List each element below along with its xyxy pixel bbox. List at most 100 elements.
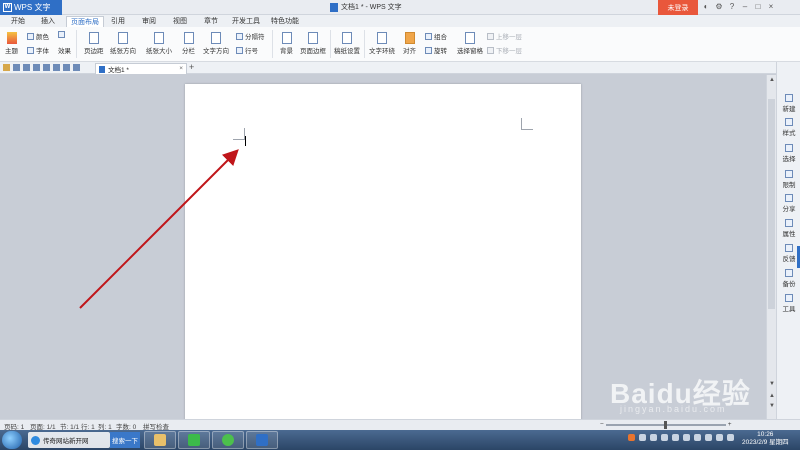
ie-icon bbox=[31, 435, 40, 445]
effects-button[interactable]: 效果 bbox=[58, 45, 71, 55]
tab-review[interactable]: 审阅 bbox=[142, 16, 156, 27]
tab-developer[interactable]: 开发工具 bbox=[232, 16, 260, 27]
text-direction-button[interactable]: 文字方向 bbox=[203, 32, 229, 55]
zoom-slider[interactable]: − + bbox=[600, 420, 732, 429]
taskbar-app-wps[interactable] bbox=[246, 431, 278, 449]
document-page[interactable] bbox=[185, 84, 581, 424]
panel-properties[interactable]: 属性 bbox=[777, 219, 800, 238]
background-icon bbox=[281, 32, 292, 44]
panel-select[interactable]: 选择 bbox=[777, 144, 800, 163]
panel-new[interactable]: 新建 bbox=[777, 94, 800, 113]
taskbar-app-paint[interactable] bbox=[144, 431, 176, 449]
panel-backup[interactable]: 备份 bbox=[777, 269, 800, 288]
minimize-icon[interactable]: – bbox=[741, 2, 749, 11]
taskbar-search-button[interactable]: 搜索一下 bbox=[110, 432, 140, 448]
zoom-track[interactable] bbox=[605, 420, 726, 429]
open-icon[interactable] bbox=[3, 64, 10, 71]
line-numbers-button[interactable]: 行号 bbox=[236, 45, 258, 55]
scroll-down-icon[interactable]: ▼ bbox=[769, 381, 775, 387]
preview-icon[interactable] bbox=[43, 64, 50, 71]
tab-start[interactable]: 开始 bbox=[11, 16, 25, 27]
panel-share[interactable]: 分享 bbox=[777, 194, 800, 213]
tray-icon[interactable] bbox=[628, 434, 635, 441]
group-button[interactable]: 组合 bbox=[425, 31, 447, 41]
zoom-in-icon[interactable]: + bbox=[728, 421, 732, 428]
tab-references[interactable]: 引用 bbox=[111, 16, 125, 27]
start-button[interactable] bbox=[2, 431, 22, 449]
rotate-button[interactable]: 旋转 bbox=[425, 45, 447, 55]
zoom-knob[interactable] bbox=[663, 420, 667, 429]
tray-icon[interactable] bbox=[650, 434, 657, 441]
system-clock[interactable]: 10:26 2023/2/9 星期四 bbox=[742, 431, 789, 447]
tray-icon[interactable] bbox=[727, 434, 734, 441]
orientation-button[interactable]: 纸张方向 bbox=[110, 32, 136, 55]
print-icon[interactable] bbox=[33, 64, 40, 71]
next-page-icon[interactable]: ▼ bbox=[769, 403, 775, 409]
tray-icon[interactable] bbox=[683, 434, 690, 441]
tray-icon[interactable] bbox=[705, 434, 712, 441]
tray-icon[interactable] bbox=[716, 434, 723, 441]
tab-special[interactable]: 特色功能 bbox=[271, 16, 299, 27]
scrollbar-thumb[interactable] bbox=[768, 99, 775, 309]
feedback-icon bbox=[785, 244, 793, 252]
new-icon[interactable] bbox=[13, 64, 20, 71]
login-button[interactable]: 未登录 bbox=[658, 0, 698, 15]
skin-icon[interactable]: ◐ bbox=[702, 2, 710, 11]
panel-properties-label: 属性 bbox=[782, 231, 796, 238]
close-tab-icon[interactable]: × bbox=[179, 65, 183, 72]
prev-page-icon[interactable]: ▲ bbox=[769, 393, 775, 399]
vertical-scrollbar[interactable]: ▲ ▼ ▲ ▼ bbox=[766, 75, 776, 419]
tab-view[interactable]: 视图 bbox=[173, 16, 187, 27]
bring-forward-button[interactable]: 上移一层 bbox=[487, 31, 522, 41]
taskbar-app-360[interactable] bbox=[212, 431, 244, 449]
zoom-out-icon[interactable]: − bbox=[600, 421, 604, 428]
page-border-label: 页面边框 bbox=[300, 48, 326, 55]
send-backward-button[interactable]: 下移一层 bbox=[487, 45, 522, 55]
new-tab-button[interactable]: + bbox=[189, 62, 194, 72]
tab-insert[interactable]: 插入 bbox=[41, 16, 55, 27]
selection-pane-button[interactable]: 选择窗格 bbox=[457, 32, 483, 55]
panel-styles[interactable]: 样式 bbox=[777, 118, 800, 137]
redo-icon[interactable] bbox=[73, 64, 80, 71]
theme-button[interactable]: 主题 bbox=[5, 32, 18, 55]
background-label: 背景 bbox=[280, 48, 293, 55]
undo-icon[interactable] bbox=[63, 64, 70, 71]
margins-button[interactable]: 页边距 bbox=[84, 32, 104, 55]
text-cursor bbox=[245, 136, 246, 146]
columns-button[interactable]: 分栏 bbox=[182, 32, 195, 55]
tray-icon[interactable] bbox=[639, 434, 646, 441]
align-button[interactable]: 对齐 bbox=[403, 32, 416, 55]
tray-icon[interactable] bbox=[694, 434, 701, 441]
panel-share-label: 分享 bbox=[782, 206, 796, 213]
background-button[interactable]: 背景 bbox=[280, 32, 293, 55]
wrap-text-button[interactable]: 文字环绕 bbox=[369, 32, 395, 55]
tray-icon[interactable] bbox=[672, 434, 679, 441]
tab-page-layout[interactable]: 页面布局 bbox=[66, 16, 104, 27]
save-icon[interactable] bbox=[23, 64, 30, 71]
close-icon[interactable]: × bbox=[767, 2, 775, 11]
help-icon[interactable]: ? bbox=[728, 2, 736, 11]
effects-icon-button[interactable] bbox=[58, 31, 65, 38]
font-button[interactable]: 字体 bbox=[27, 45, 49, 55]
tab-chapter[interactable]: 章节 bbox=[204, 16, 218, 27]
panel-restrict[interactable]: 限制 bbox=[777, 170, 800, 189]
colors-label: 颜色 bbox=[36, 34, 49, 41]
breaks-button[interactable]: 分隔符 bbox=[236, 31, 265, 41]
format-painter-icon[interactable] bbox=[53, 64, 60, 71]
settings-icon[interactable]: ⚙ bbox=[715, 2, 723, 11]
panel-tools[interactable]: 工具 bbox=[777, 294, 800, 313]
colors-button[interactable]: 颜色 bbox=[27, 31, 49, 41]
new-icon bbox=[785, 94, 793, 102]
scroll-up-icon[interactable]: ▲ bbox=[769, 77, 775, 83]
app-menu-button[interactable]: W WPS 文字 bbox=[0, 0, 62, 15]
tray-icon[interactable] bbox=[661, 434, 668, 441]
document-tab[interactable]: 文档1 * × bbox=[95, 63, 187, 74]
draft-paper-button[interactable]: 稿纸设置 bbox=[334, 32, 360, 55]
taskbar-app-wechat[interactable] bbox=[178, 431, 210, 449]
page-border-button[interactable]: 页面边框 bbox=[300, 32, 326, 55]
draft-paper-label: 稿纸设置 bbox=[334, 48, 360, 55]
taskbar-browser-item[interactable]: 传奇网站新开网 bbox=[28, 432, 110, 448]
maximize-icon[interactable]: □ bbox=[754, 2, 762, 11]
orientation-icon bbox=[118, 32, 128, 44]
size-button[interactable]: 纸张大小 bbox=[146, 32, 172, 55]
